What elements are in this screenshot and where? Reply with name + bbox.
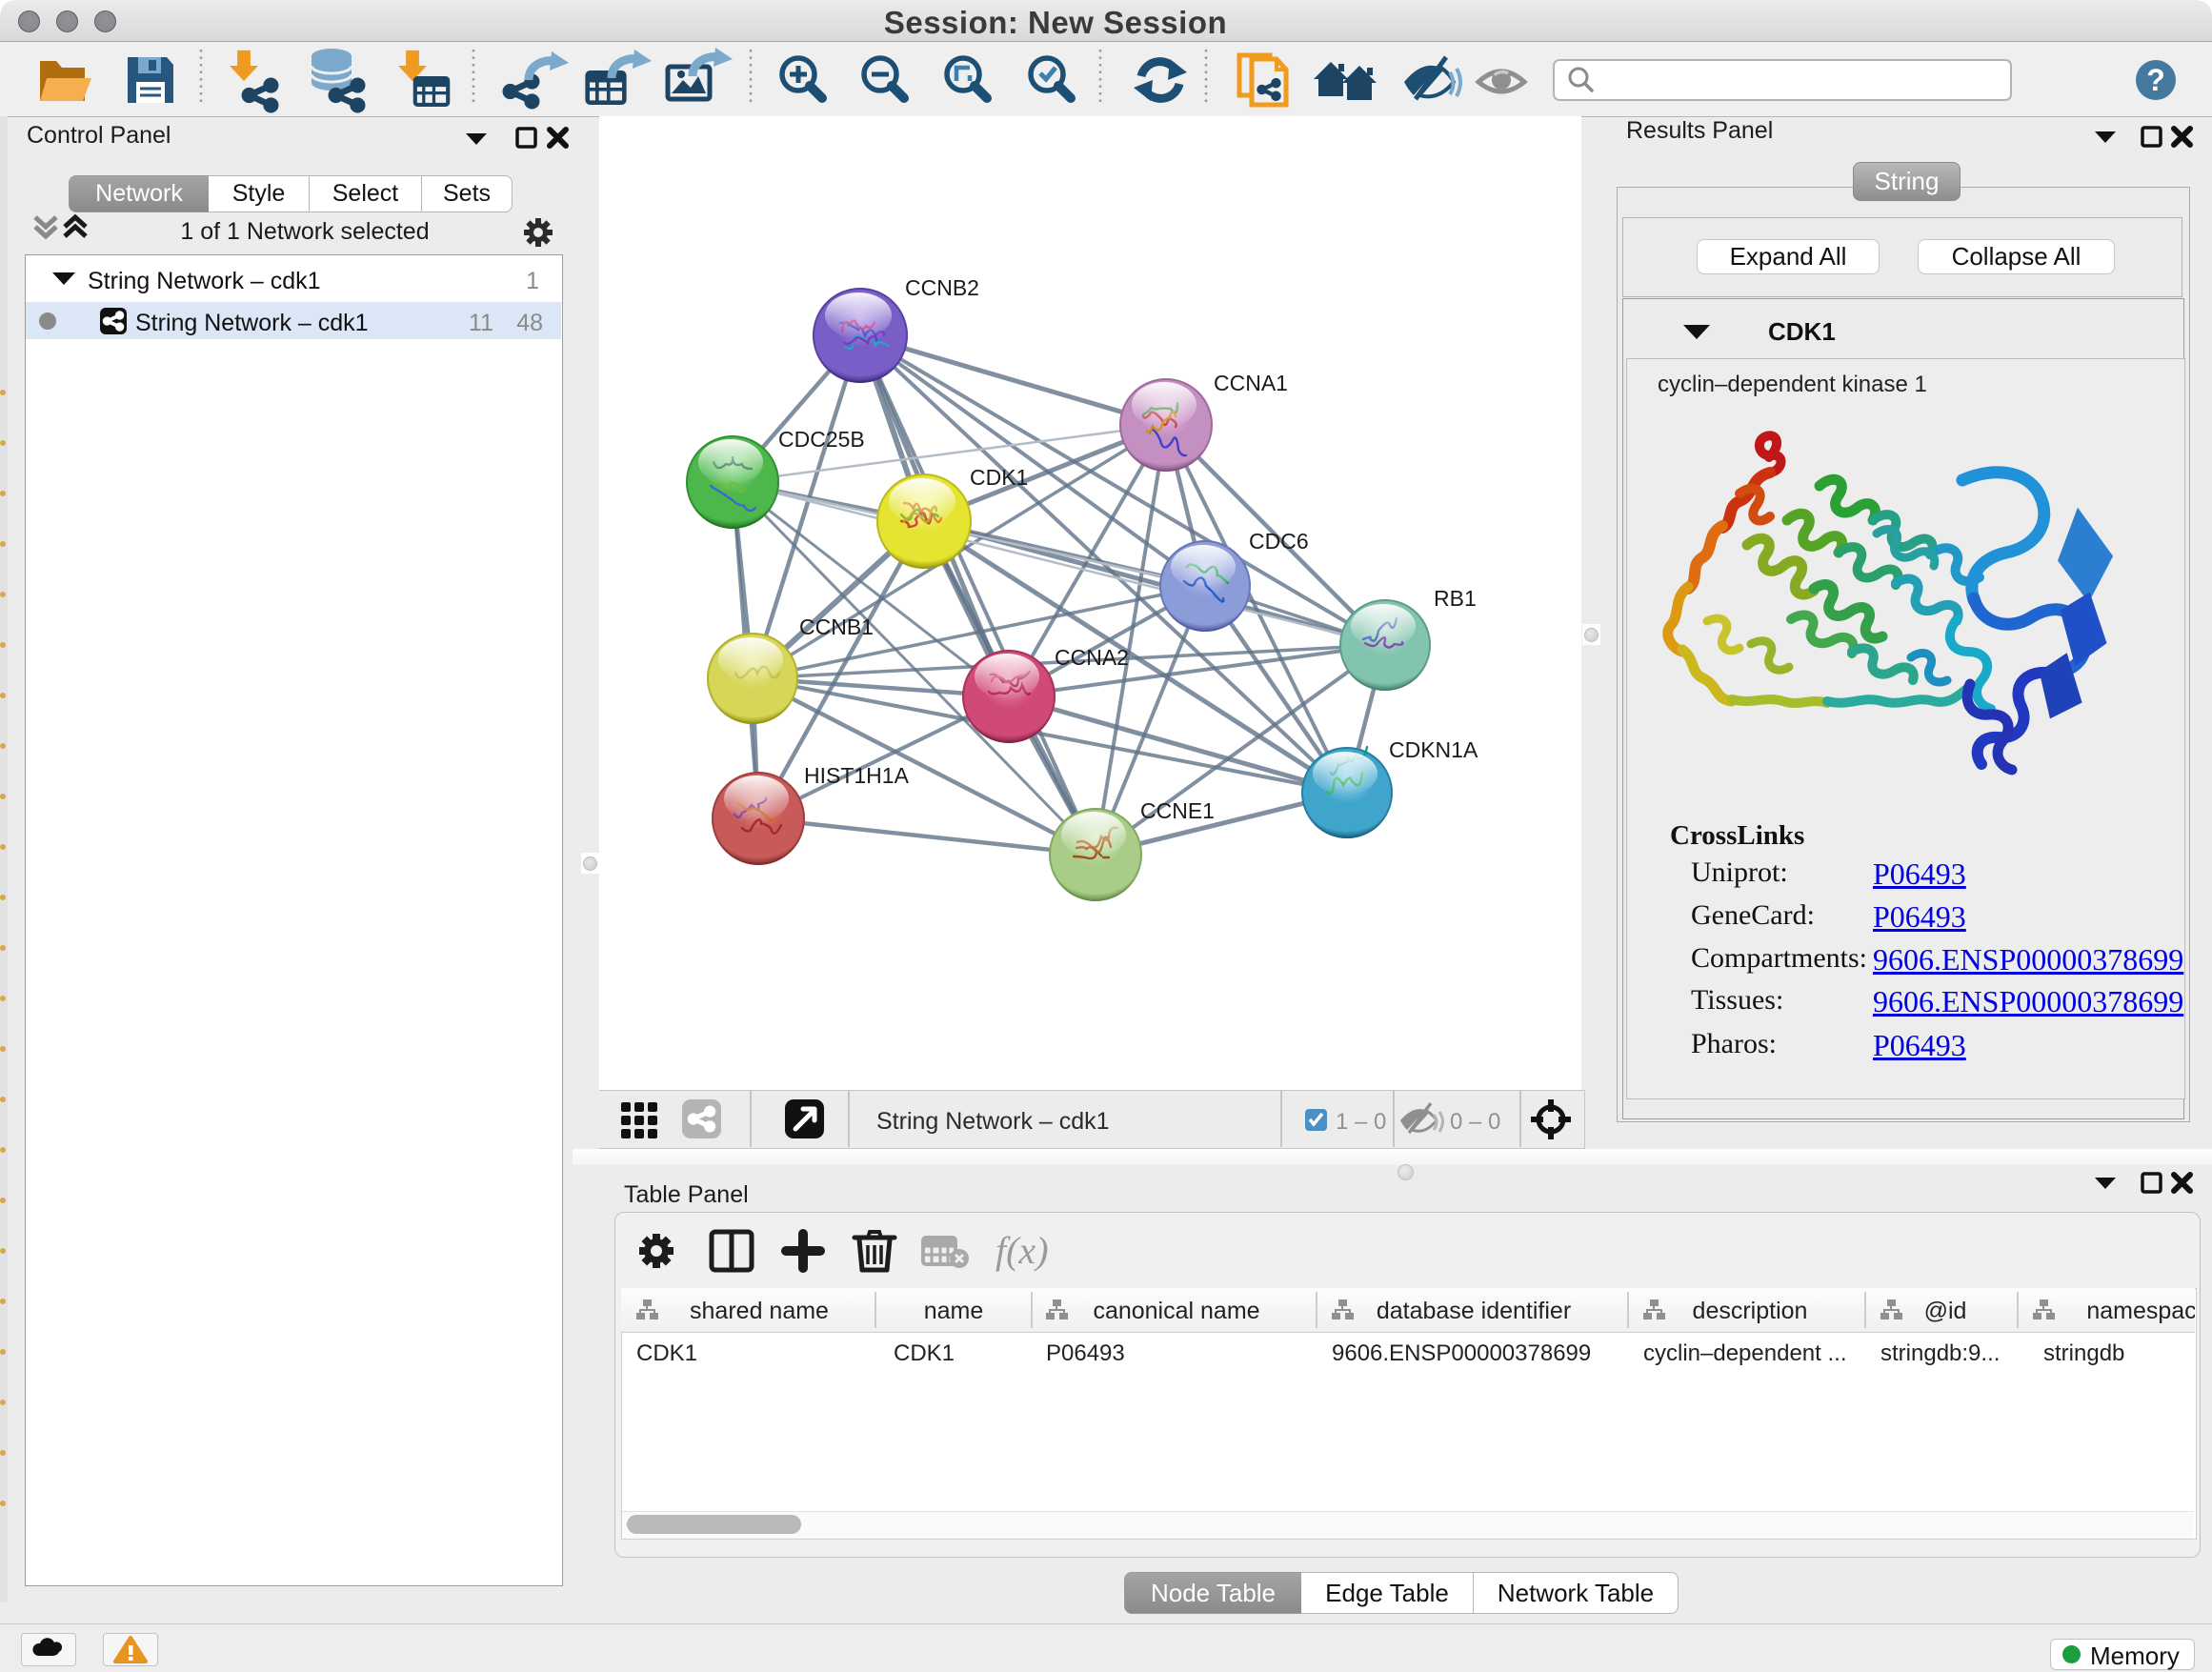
- svg-text:description: description: [1693, 1298, 1808, 1324]
- svg-text:canonical name: canonical name: [1093, 1298, 1259, 1324]
- svg-text:?: ?: [2146, 63, 2165, 97]
- svg-text:@id: @id: [1924, 1298, 1967, 1324]
- svg-text:CCNB2: CCNB2: [905, 275, 979, 300]
- svg-text:HIST1H1A: HIST1H1A: [804, 763, 910, 788]
- svg-text:CDC25B: CDC25B: [778, 427, 865, 452]
- svg-text:CDC6: CDC6: [1249, 529, 1309, 554]
- svg-text:CDKN1A: CDKN1A: [1389, 737, 1478, 762]
- svg-text:shared name: shared name: [690, 1298, 829, 1324]
- svg-text:CCNA2: CCNA2: [1055, 645, 1129, 670]
- svg-text:f(x): f(x): [995, 1229, 1049, 1272]
- svg-text:CCNB1: CCNB1: [799, 614, 874, 639]
- svg-text:RB1: RB1: [1434, 586, 1477, 611]
- svg-text:namespac: namespac: [2086, 1298, 2195, 1324]
- svg-text:CCNA1: CCNA1: [1214, 371, 1288, 395]
- svg-text:database identifier: database identifier: [1377, 1298, 1571, 1324]
- svg-text:CDK1: CDK1: [970, 465, 1028, 490]
- svg-text:name: name: [924, 1298, 984, 1324]
- svg-text:CCNE1: CCNE1: [1140, 798, 1215, 823]
